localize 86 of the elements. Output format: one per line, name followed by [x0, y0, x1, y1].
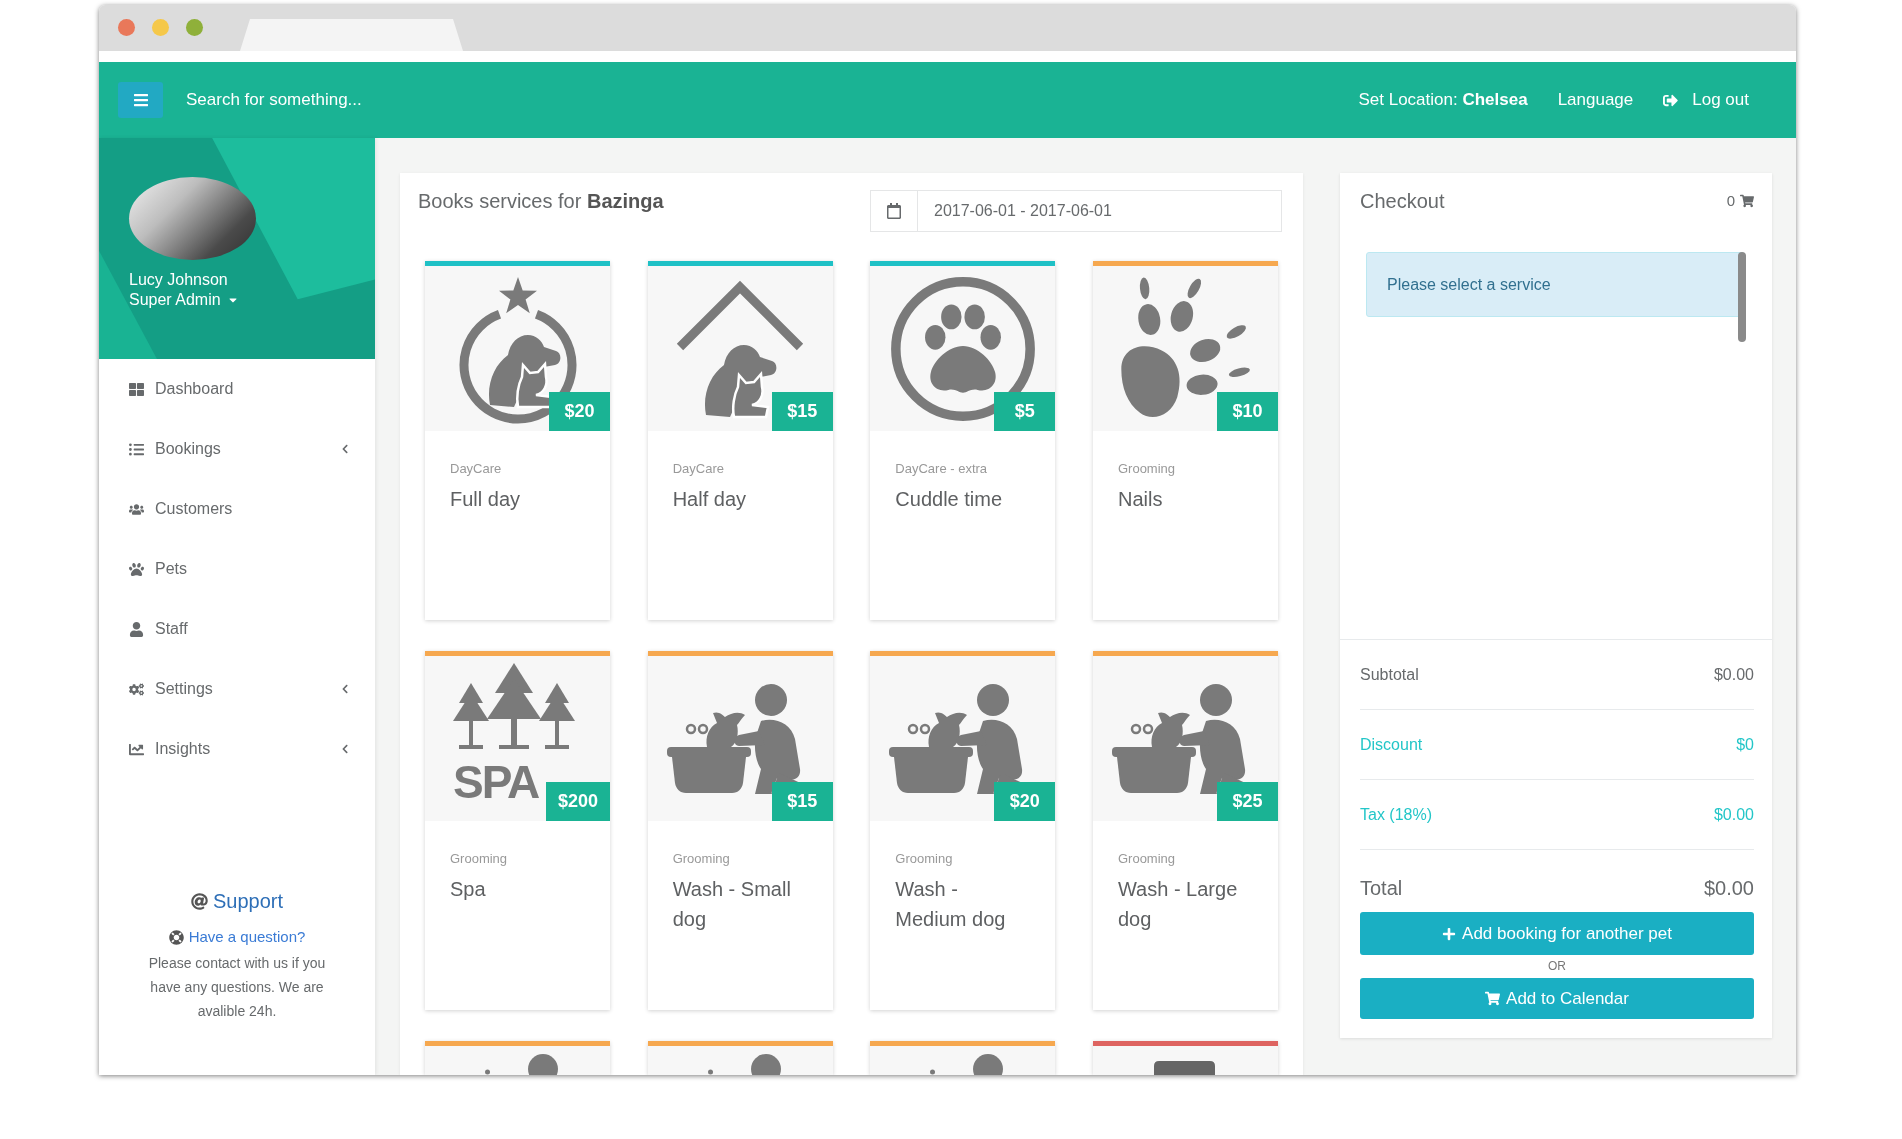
at-sign-icon [190, 892, 208, 910]
taxi-sign-icon [1153, 1061, 1215, 1075]
service-card[interactable]: $20 DayCare Full day [425, 261, 610, 620]
service-card[interactable]: $15 DayCare Half day [647, 261, 833, 620]
person-icon [485, 1054, 558, 1075]
sidebar-item[interactable]: Insights [99, 719, 375, 779]
chevron-icon [340, 444, 350, 454]
service-card[interactable]: $25 Grooming Wash - Large dog [1092, 651, 1278, 1010]
price-badge: $5 [994, 392, 1056, 431]
users-icon [129, 501, 144, 517]
or-separator-text: OR [1548, 959, 1566, 973]
summary-label: Tax (18%) [1360, 805, 1433, 824]
cart-icon [1740, 194, 1754, 208]
question-link[interactable]: Have a question? [168, 926, 306, 948]
line-chart-icon [129, 741, 144, 757]
panel-title: Books services for Bazinga [418, 190, 664, 212]
search-field[interactable]: Search for something... [186, 82, 606, 118]
support-text: Please contact with us if you have any questions. We are avalible 24h. [147, 954, 327, 1021]
user-icon [129, 621, 144, 637]
service-card[interactable]: SPA $200 Grooming Spa [425, 651, 610, 1010]
service-name: Half day [672, 487, 748, 512]
service-category: DayCare - extra [895, 461, 989, 477]
gears-icon [129, 681, 144, 697]
service-category: DayCare [450, 461, 503, 477]
sidebar-item[interactable]: Dashboard [99, 359, 375, 419]
service-name: Wash - Large dog [1117, 877, 1239, 932]
grid-icon [129, 381, 144, 397]
logout-icon [1663, 92, 1679, 108]
person-icon [707, 1054, 781, 1075]
service-card[interactable]: $15 Grooming Wash - Small dog [647, 651, 833, 1010]
total-value: $0.00 [1703, 876, 1754, 901]
list-icon [129, 441, 144, 457]
price-badge: $20 [549, 392, 610, 431]
summary-value: $0.00 [1713, 805, 1754, 824]
service-category: DayCare [672, 461, 725, 477]
summary-value: $0.00 [1713, 665, 1754, 684]
date-range-field[interactable]: 2017-06-01 - 2017-06-01 [918, 190, 1282, 232]
role-dropdown[interactable]: Super Admin [129, 290, 239, 310]
service-category: Grooming [1117, 461, 1177, 477]
service-category: Grooming [1117, 851, 1177, 867]
price-badge: $20 [994, 782, 1056, 821]
life-ring-icon [168, 929, 184, 945]
service-card[interactable]: $5 DayCare - extra Cuddle time [870, 261, 1056, 620]
sidebar-item[interactable]: Customers [99, 479, 375, 539]
person-icon [930, 1054, 1004, 1075]
price-badge: $10 [1216, 392, 1278, 431]
menu-button[interactable] [118, 82, 163, 118]
close-window-icon[interactable] [118, 19, 135, 36]
price-badge: $200 [545, 782, 610, 821]
paw-icon [129, 561, 144, 577]
scrollbar-thumb[interactable] [1738, 252, 1746, 342]
price-badge: $15 [771, 392, 833, 431]
price-badge: $25 [1216, 782, 1278, 821]
service-name: Spa [450, 877, 487, 902]
summary-label: Discount [1360, 735, 1423, 754]
sidebar-item[interactable]: Pets [99, 539, 375, 599]
service-card[interactable]: $20 Grooming Wash - Medium dog [870, 651, 1056, 1010]
service-name: Nails [1117, 487, 1164, 512]
price-badge: $15 [771, 782, 833, 821]
cart-count: 0 [1726, 191, 1735, 211]
menu-icon [132, 92, 149, 108]
service-name: Wash - Small dog [672, 877, 792, 932]
cart-icon [1485, 991, 1501, 1006]
chevron-icon [340, 684, 350, 694]
plus-icon [1442, 926, 1457, 941]
chevron-icon [340, 744, 350, 754]
summary-label: Subtotal [1360, 665, 1419, 684]
service-card[interactable]: $10 Grooming Nails [1092, 261, 1278, 620]
service-category: Grooming [895, 851, 954, 867]
checkout-title: Checkout [1360, 190, 1445, 212]
sidebar-item[interactable]: Bookings [99, 419, 375, 479]
profile-name: Lucy Johnson [129, 270, 228, 290]
sidebar-item[interactable]: Staff [99, 599, 375, 659]
maximize-window-icon[interactable] [186, 19, 203, 36]
service-category: Grooming [450, 851, 509, 867]
sidebar-item[interactable]: Settings [99, 659, 375, 719]
service-name: Wash - Medium dog [895, 877, 1007, 932]
service-name: Full day [450, 487, 522, 512]
calendar-icon [870, 190, 918, 232]
service-name: Cuddle time [895, 487, 1004, 512]
summary-value: $0 [1736, 735, 1754, 754]
spa-logo-text: SPA [453, 758, 539, 806]
total-label: Total [1360, 876, 1403, 901]
paw-ring-icon [889, 275, 1036, 422]
support-link[interactable]: Support [212, 890, 284, 912]
service-category: Grooming [672, 851, 731, 867]
